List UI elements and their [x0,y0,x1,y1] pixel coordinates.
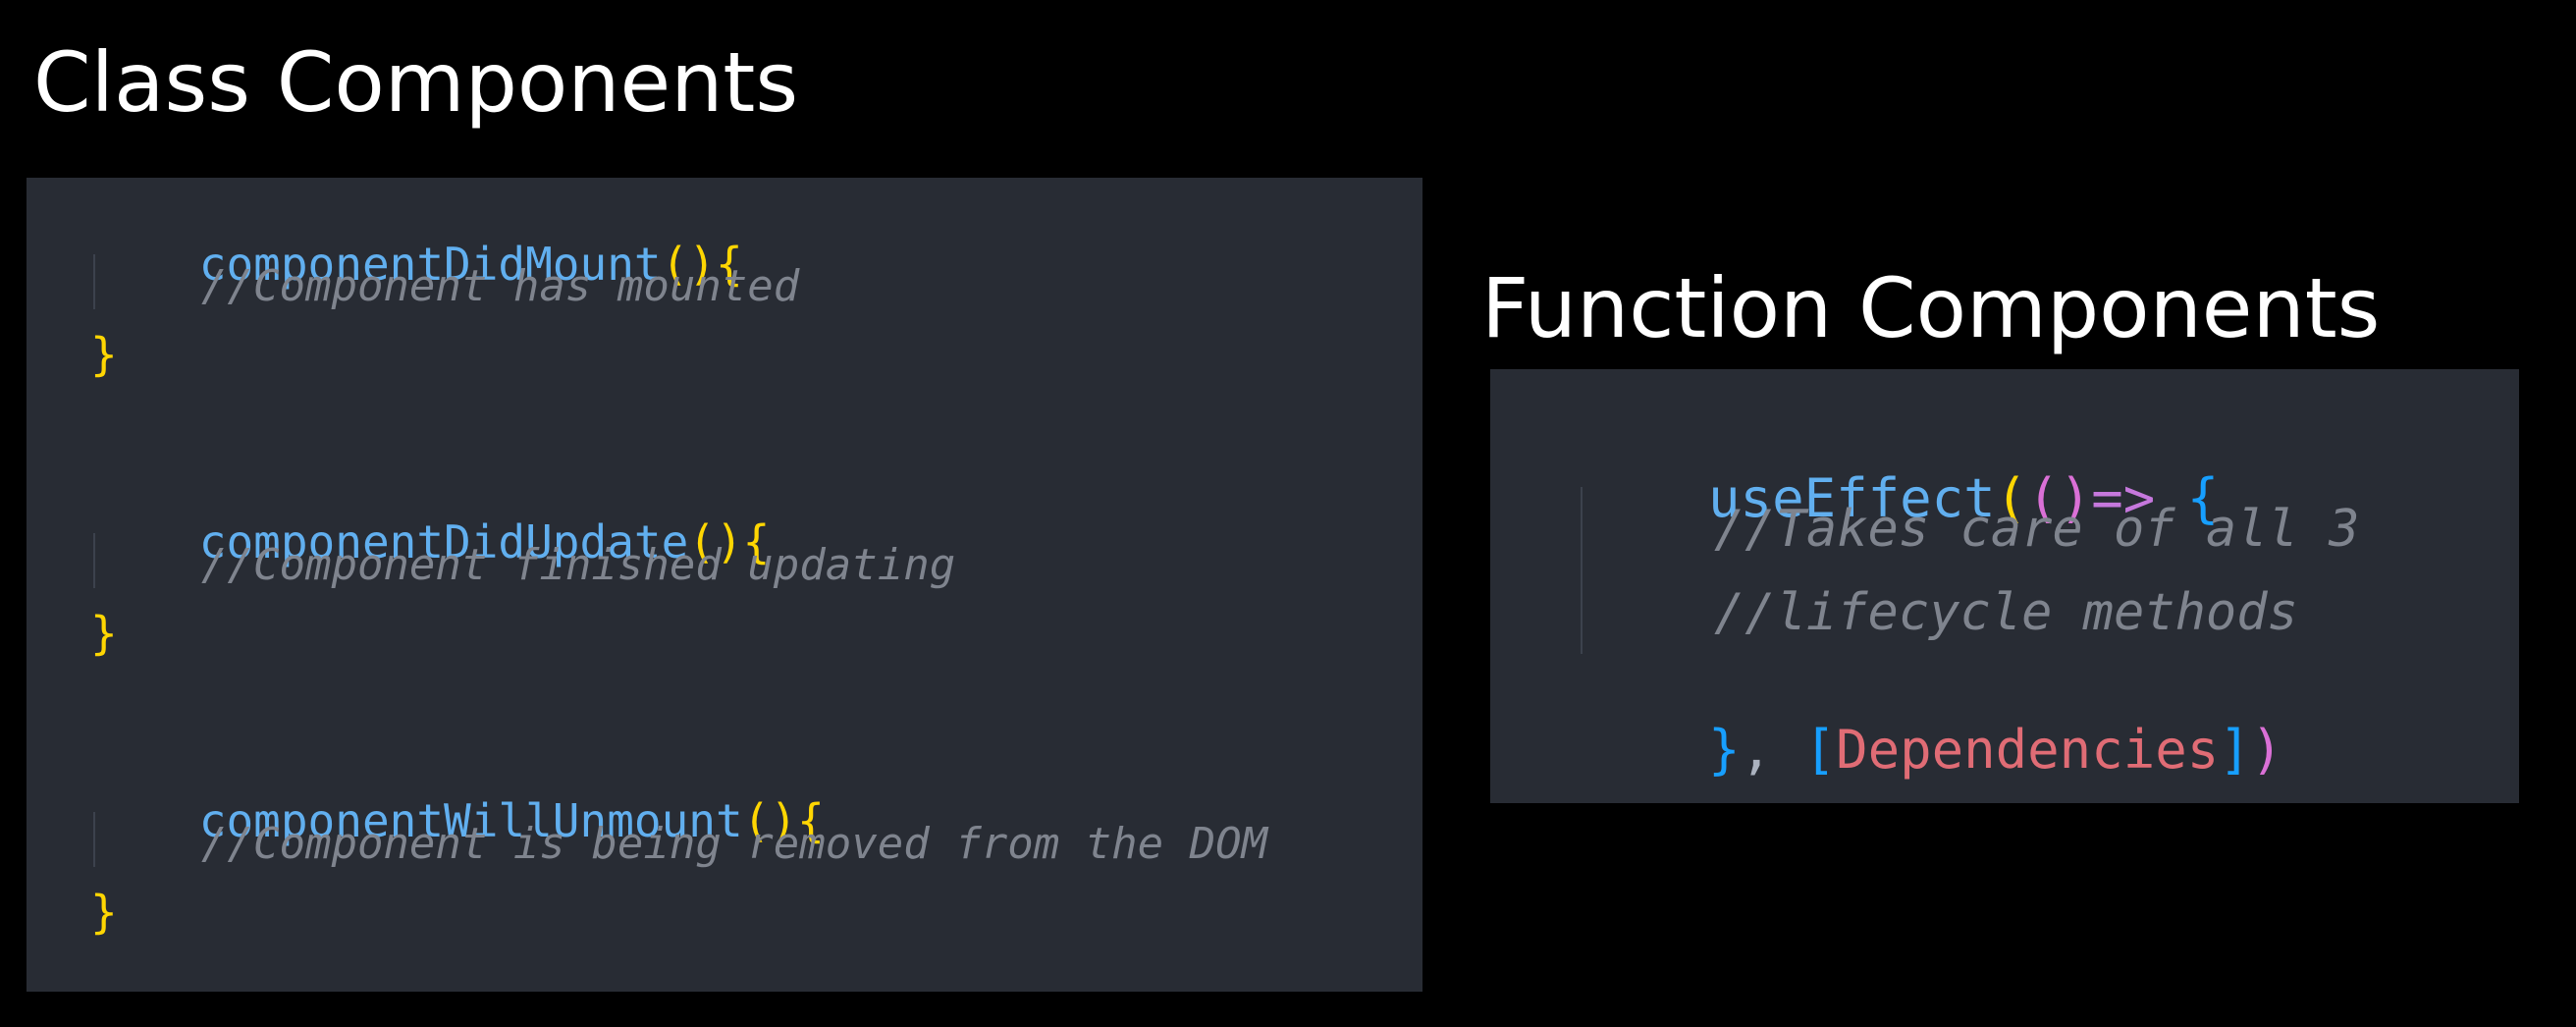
use-effect-comment-line-1: //Takes care of all 3 [1714,500,2360,559]
dependencies-label: Dependencies [1836,719,2220,781]
class-components-title: Class Components [33,34,799,131]
use-effect-comment-line-2: //lifecycle methods [1714,583,2298,642]
comma: , [1740,719,1773,781]
function-components-title: Function Components [1481,260,2381,356]
component-did-update-comment: //Component finished updating [201,540,956,590]
component-did-update-close-brace: } [90,607,118,660]
close-paren: ) [2250,719,2283,781]
component-will-unmount-comment: //Component is being removed from the DO… [201,819,1268,869]
close-brace: } [1708,719,1741,781]
indent-guide [93,533,95,588]
indent-guide [93,812,95,867]
indent-guide [93,254,95,309]
component-did-mount-comment: //Component has mounted [201,261,800,311]
use-effect-closing: }, [Dependencies]) [1581,671,2282,830]
component-did-mount-close-brace: } [90,328,118,381]
deps-open-bracket: [ [1803,719,1837,781]
component-will-unmount-close-brace: } [90,886,118,939]
class-components-code-panel: componentDidMount(){ //Component has mou… [27,178,1422,992]
deps-close-bracket: ] [2219,719,2251,781]
indent-guide [1581,487,1583,654]
function-components-code-panel: useEffect(()=> { //Takes care of all 3 /… [1490,369,2519,803]
